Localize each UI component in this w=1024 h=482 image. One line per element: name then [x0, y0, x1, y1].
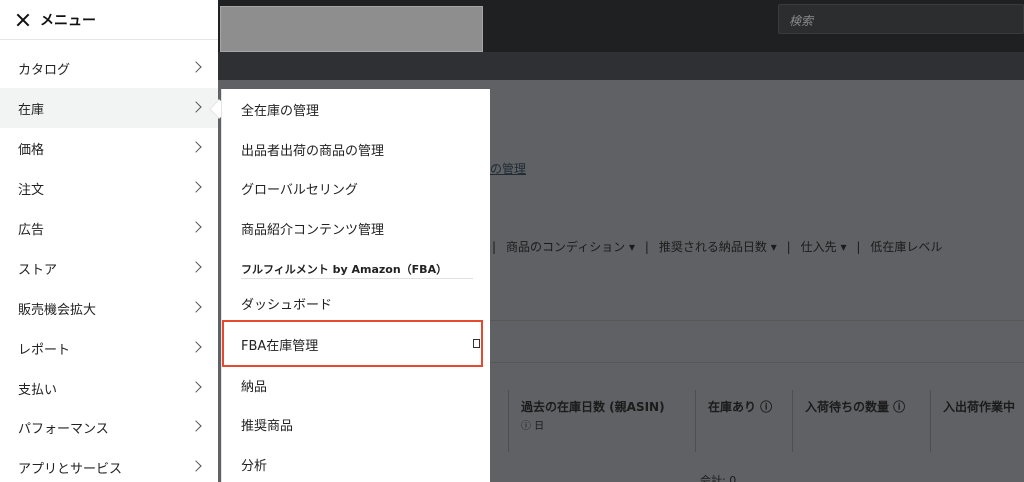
- filter-bar: | 商品のコンディション ▾ | 推奨される納品日数 ▾ | 仕入先 ▾ | 低在庫レベ…: [492, 240, 943, 254]
- bookmark-icon[interactable]: [473, 339, 480, 348]
- column-in-process: 入出荷作業中: [930, 390, 1024, 452]
- menu-item-apps-services[interactable]: アプリとサービス: [0, 447, 218, 482]
- table-header: 過去の在庫日数 (親ASIN) ⓘ 日 在庫あり ⓘ 入荷待ちの数量 ⓘ 入出荷…: [490, 390, 1024, 452]
- close-icon[interactable]: [16, 13, 30, 27]
- chevron-right-icon: [190, 381, 202, 393]
- chevron-right-icon: [190, 261, 202, 273]
- submenu-item-label: 納品: [241, 379, 268, 395]
- submenu-item-label: 全在庫の管理: [241, 103, 320, 119]
- menu-item-pricing[interactable]: 価格: [0, 128, 218, 168]
- submenu-item-label: 出品者出荷の商品の管理: [241, 143, 385, 159]
- chevron-right-icon: [190, 460, 202, 472]
- chevron-right-icon: [190, 141, 202, 153]
- divider: [490, 320, 1024, 321]
- menu-item-catalog[interactable]: カタログ: [0, 48, 218, 88]
- highlight-box: [222, 320, 483, 367]
- menu-item-label: 在庫: [18, 102, 45, 118]
- menu-header: メニュー: [0, 0, 218, 40]
- chevron-right-icon: [190, 341, 202, 353]
- menu-item-orders[interactable]: 注文: [0, 168, 218, 208]
- chevron-right-icon: [190, 61, 202, 73]
- search-input[interactable]: 検索: [778, 4, 1024, 34]
- menu-item-label: ストア: [18, 262, 58, 278]
- submenu-item-analytics[interactable]: 分析: [222, 444, 491, 482]
- fba-section-heading: フルフィルメント by Amazon（FBA）: [241, 261, 473, 279]
- submenu-item-label: 推奨商品: [241, 418, 294, 434]
- menu-item-label: 広告: [18, 222, 45, 238]
- chevron-right-icon: [190, 181, 202, 193]
- submenu-item-global-selling[interactable]: グローバルセリング: [222, 168, 491, 208]
- filter-low-stock[interactable]: 低在庫レベル: [870, 240, 942, 254]
- submenu-item-manage-all-inventory[interactable]: 全在庫の管理: [222, 89, 491, 129]
- submenu-item-fba-dashboard[interactable]: ダッシュボード: [222, 283, 491, 323]
- blurred-banner: [220, 6, 483, 52]
- submenu-item-label: 分析: [241, 458, 268, 474]
- chevron-right-icon: [190, 301, 202, 313]
- column-inbound: 入荷待ちの数量 ⓘ: [792, 390, 930, 452]
- filter-supplier[interactable]: 仕入先 ▾: [801, 240, 847, 254]
- menu-title: メニュー: [40, 12, 96, 29]
- submenu-item-label: ダッシュボード: [241, 297, 333, 313]
- filter-lead-time[interactable]: 推奨される納品日数 ▾: [659, 240, 777, 254]
- menu-item-stores[interactable]: ストア: [0, 248, 218, 288]
- chevron-right-icon: [190, 420, 202, 432]
- table-cell: 会計: 0: [700, 474, 737, 482]
- menu-item-inventory[interactable]: 在庫: [0, 88, 218, 128]
- menu-item-payments[interactable]: 支払い: [0, 368, 218, 408]
- submenu-item-manage-merchant-fulfilled[interactable]: 出品者出荷の商品の管理: [222, 129, 491, 169]
- column-days-in-stock: 過去の在庫日数 (親ASIN) ⓘ 日: [508, 390, 688, 452]
- background-link[interactable]: の管理: [490, 160, 526, 177]
- navigation-menu: メニュー カタログ 在庫 価格 注文 広告 ストア 販売機会拡大 レポート 支払…: [0, 0, 218, 482]
- menu-item-performance[interactable]: パフォーマンス: [0, 407, 218, 447]
- menu-item-label: 販売機会拡大: [18, 302, 97, 318]
- menu-item-label: パフォーマンス: [18, 421, 109, 437]
- menu-item-label: アプリとサービス: [18, 461, 123, 477]
- menu-item-label: レポート: [18, 342, 71, 358]
- submenu-item-shipments[interactable]: 納品: [222, 365, 491, 405]
- inventory-submenu: 全在庫の管理 出品者出荷の商品の管理 グローバルセリング 商品紹介コンテンツ管理…: [221, 89, 490, 482]
- menu-item-reports[interactable]: レポート: [0, 328, 218, 368]
- menu-item-label: 価格: [18, 142, 45, 158]
- submenu-item-label: 商品紹介コンテンツ管理: [241, 222, 385, 238]
- divider: [490, 362, 1024, 363]
- menu-item-growth[interactable]: 販売機会拡大: [0, 288, 218, 328]
- chevron-right-icon: [190, 101, 202, 113]
- menu-item-label: カタログ: [18, 62, 71, 78]
- submenu-item-a-plus-content[interactable]: 商品紹介コンテンツ管理: [222, 208, 491, 248]
- submenu-item-recommended-products[interactable]: 推奨商品: [222, 404, 491, 444]
- filter-condition[interactable]: 商品のコンディション ▾: [506, 240, 635, 254]
- column-available: 在庫あり ⓘ: [695, 390, 795, 452]
- submenu-item-label: グローバルセリング: [241, 182, 358, 198]
- menu-item-label: 支払い: [18, 382, 58, 398]
- menu-item-advertising[interactable]: 広告: [0, 208, 218, 248]
- chevron-right-icon: [190, 221, 202, 233]
- menu-item-label: 注文: [18, 182, 45, 198]
